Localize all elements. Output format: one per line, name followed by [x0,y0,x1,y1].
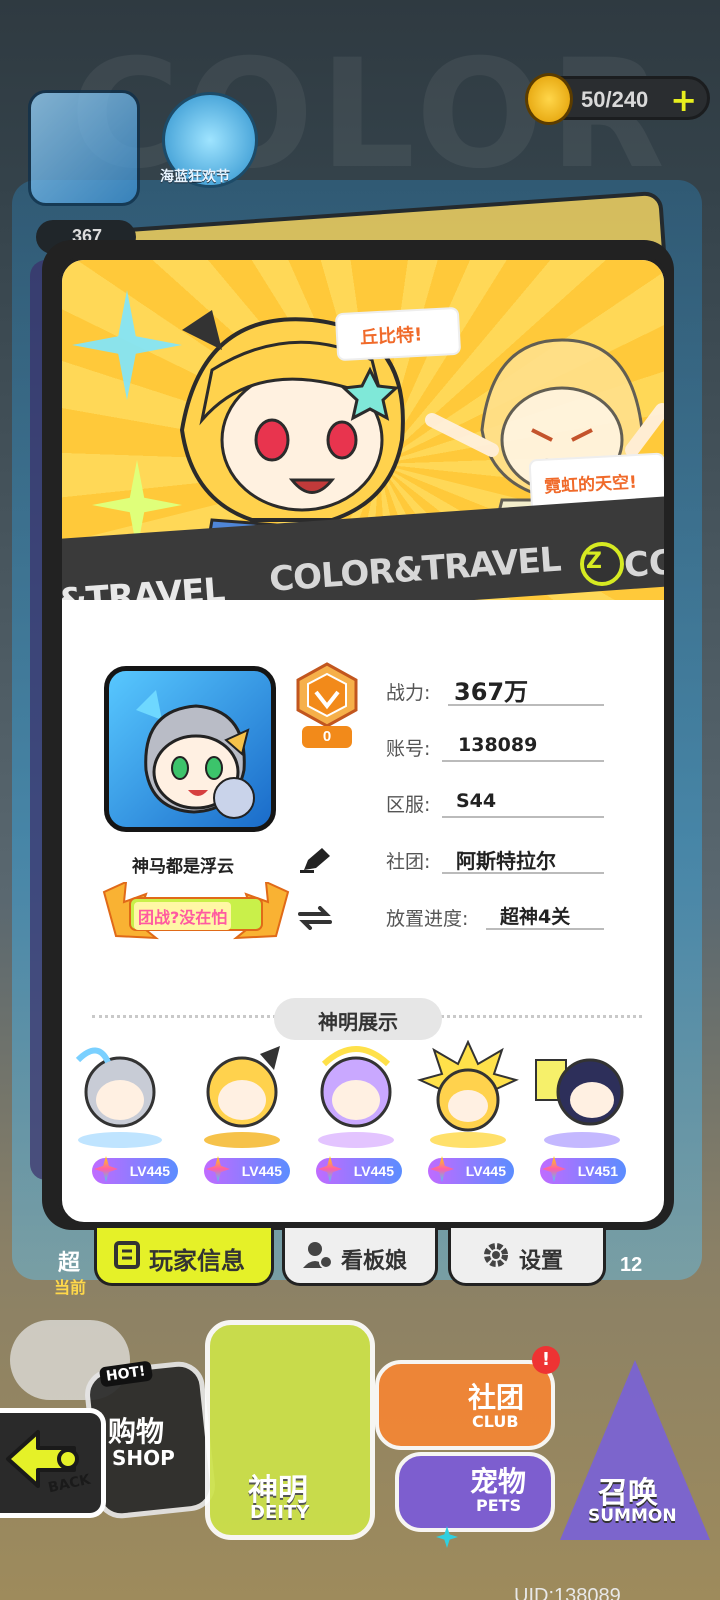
deity-level-badge: LV445 [204,1156,290,1184]
deity-slot[interactable] [68,1040,172,1150]
deity-portrait [204,1046,280,1148]
coin-icon [525,73,573,125]
rainbow-star-icon [206,1156,230,1182]
divider [442,816,604,818]
rainbow-star-icon [94,1156,118,1182]
player-info-card: 丘比特! 霓虹的天空! COLOR&TRAVEL &TRAVEL Z CO 0 … [58,256,668,1226]
add-energy-button[interactable]: + [670,81,697,119]
shop-label: 购物 [108,1415,165,1448]
tab-mascot[interactable]: 看板娘 [282,1228,438,1286]
club-label-en: CLUB [472,1412,519,1431]
divider [486,928,604,930]
title-badge-text: 团战?没在怕 [134,902,232,930]
stat-label-idle-progress: 放置进度: [386,908,469,930]
stat-value-club: 阿斯特拉尔 [456,849,556,873]
uid-text: UID:138089 [514,1585,621,1600]
edit-name-icon[interactable] [300,846,332,874]
energy-counter[interactable]: 50/240 + [525,73,710,125]
pets-label-en: PETS [476,1496,522,1515]
stat-value-power: 367万 [454,678,529,706]
tab-label: 看板娘 [341,1249,408,1274]
deity-slot[interactable] [304,1040,408,1150]
showcase-title: 神明展示 [318,1010,398,1034]
divider [442,760,604,762]
deity-level: LV445 [465,1163,506,1179]
deity-level-badge: LV445 [92,1156,178,1184]
deity-portrait [318,1046,394,1148]
rank-value: 0 [302,726,352,748]
deity-level-badge: LV451 [540,1156,626,1184]
tab-label: 设置 [519,1249,564,1274]
avatar [136,690,255,819]
pets-label: 宠物 [470,1465,527,1498]
stat-label-club: 社团: [386,851,431,873]
stat-label-account: 账号: [386,738,431,760]
club-button[interactable] [375,1360,555,1450]
stat-value-idle-progress: 超神4关 [500,906,571,928]
id-card-icon [114,1241,140,1269]
shop-label-en: SHOP [112,1446,175,1470]
gear-icon [484,1243,508,1267]
player-name: 神马都是浮云 [132,857,234,877]
background-number: 12 [620,1254,643,1276]
brand-logo-letter: Z [586,549,602,574]
banner-stripe-text: CO [622,542,668,586]
energy-value: 50/240 [581,87,649,112]
deity-level-badge: LV445 [316,1156,402,1184]
divider [448,704,604,706]
swap-title-icon[interactable] [296,906,334,930]
deity-portrait [417,1039,519,1148]
card-banner: 丘比特! 霓虹的天空! COLOR&TRAVEL &TRAVEL Z CO [62,260,668,600]
deity-slot[interactable] [190,1040,294,1150]
stat-label-power: 战力: [386,682,431,704]
deity-slot[interactable] [530,1040,634,1150]
divider [442,872,604,874]
rainbow-star-icon [430,1156,454,1182]
deity-level: LV445 [353,1163,394,1179]
summon-label-en: SUMMON [588,1506,677,1526]
deity-portrait [535,1058,624,1148]
deity-label-en: DEITY [250,1502,310,1523]
background-avatar[interactable] [28,90,140,206]
tab-settings[interactable]: 设置 [448,1228,606,1286]
festival-label: 海蓝狂欢节 [160,169,230,185]
deity-level-badge: LV445 [428,1156,514,1184]
deity-slot[interactable] [416,1039,520,1150]
club-label: 社团 [468,1381,525,1414]
deity-level: LV445 [129,1163,170,1179]
deity-portrait [75,1047,162,1148]
speech-bubble-text: 霓虹的天空! [543,472,638,498]
person-icon [303,1242,333,1269]
rainbow-star-icon [542,1156,566,1182]
club-alert-badge: ! [532,1346,560,1374]
stat-value-account: 138089 [458,734,538,756]
deity-level: LV445 [241,1163,282,1179]
background-text: 超 [58,1251,81,1276]
speech-bubble-text: 丘比特! [359,324,423,349]
deity-level: LV451 [577,1163,618,1179]
stat-value-server: S44 [456,790,497,812]
tab-label: 玩家信息 [149,1247,245,1275]
rank-emblem-icon[interactable] [294,662,360,728]
background-text: 当前 [54,1278,87,1297]
tab-player-info[interactable]: 玩家信息 [94,1228,274,1286]
rainbow-star-icon [318,1156,342,1182]
stat-label-server: 区服: [386,794,431,816]
